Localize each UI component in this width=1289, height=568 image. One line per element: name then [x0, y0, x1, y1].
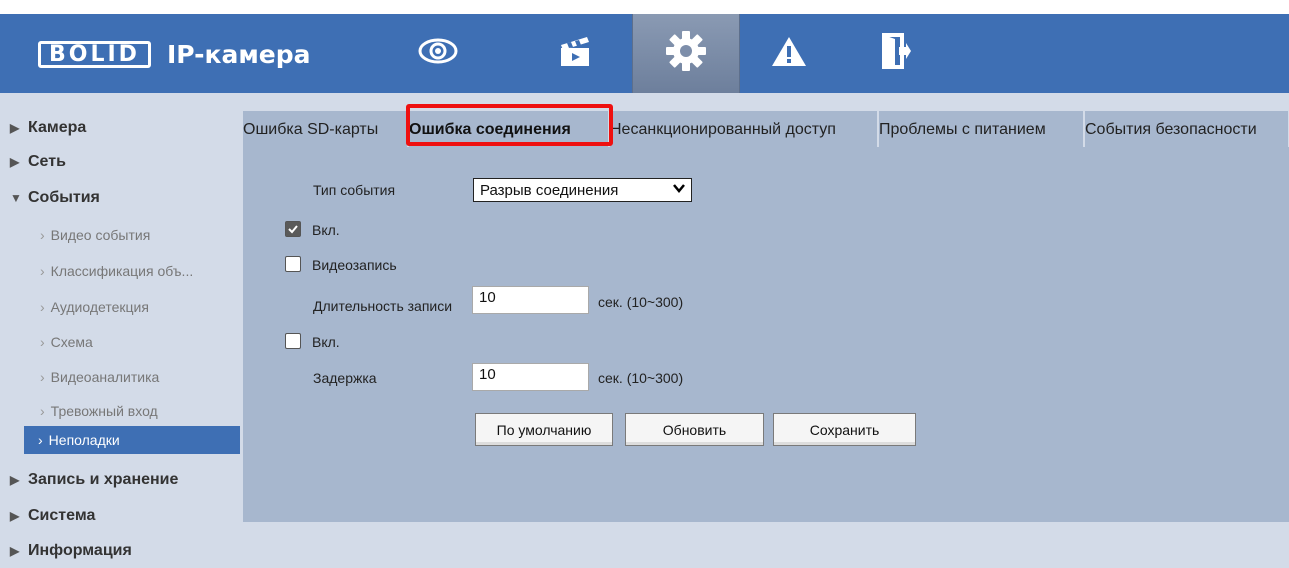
chevron-right-icon: ›	[40, 334, 45, 350]
tab-label: Ошибка SD-карты	[243, 120, 379, 138]
top-strip	[0, 0, 1289, 14]
settings-button[interactable]	[632, 14, 740, 93]
brand-logo: BOLID IP-камера	[38, 38, 311, 71]
sidebar-item-events[interactable]: ▼ События	[10, 188, 100, 208]
enable2-checkbox[interactable]	[285, 333, 301, 349]
record-duration-label: Длительность записи	[313, 298, 453, 314]
save-button[interactable]: Сохранить	[773, 413, 916, 446]
tab-label: Проблемы с питанием	[879, 120, 1046, 138]
sidebar-item-network[interactable]: ▶ Сеть	[10, 152, 66, 172]
sidebar-item-video-events[interactable]: › Видео события	[40, 225, 150, 245]
sidebar-item-label: Неполадки	[48, 432, 120, 448]
record-label: Видеозапись	[312, 257, 397, 273]
clapperboard-icon	[557, 34, 593, 73]
sidebar-item-label: Классификация объ...	[50, 263, 194, 279]
playback-button[interactable]	[548, 14, 602, 93]
sidebar-item-info[interactable]: ▶ Информация	[10, 541, 132, 561]
sidebar-item-system[interactable]: ▶ Система	[10, 506, 95, 526]
sidebar-item-label: События	[28, 189, 100, 206]
settings-panel	[243, 147, 1289, 522]
warning-icon	[771, 35, 807, 72]
brand-logo-word: BOLID	[38, 41, 151, 68]
default-button[interactable]: По умолчанию	[475, 413, 613, 446]
delay-input[interactable]: 10	[472, 363, 589, 391]
event-type-value: Разрыв соединения	[480, 181, 619, 199]
tab-bar: Ошибка SD-карты Ошибка соединения Несанк…	[243, 106, 1289, 150]
triangle-right-icon: ▶	[10, 121, 20, 135]
sidebar-item-label: Видео события	[50, 227, 151, 243]
triangle-right-icon: ▶	[10, 473, 20, 487]
delay-label: Задержка	[313, 370, 377, 386]
tab-highlight-frame	[406, 104, 613, 146]
chevron-right-icon: ›	[40, 299, 45, 315]
alarm-button[interactable]	[766, 14, 812, 93]
record-duration-unit: сек. (10~300)	[598, 294, 684, 310]
tab-label: События безопасности	[1085, 120, 1257, 138]
eye-icon	[418, 36, 458, 71]
chevron-right-icon: ›	[40, 263, 45, 279]
logout-button[interactable]	[876, 14, 916, 93]
app-title: IP-камера	[166, 40, 311, 69]
triangle-right-icon: ▶	[10, 544, 20, 558]
sidebar-item-label: Тревожный вход	[50, 403, 158, 419]
tab-unauthorized-access[interactable]: Несанкционированный доступ	[610, 111, 878, 148]
sidebar-item-label: Видеоаналитика	[50, 369, 160, 385]
gear-icon	[664, 29, 708, 78]
chevron-right-icon: ›	[40, 369, 45, 385]
chevron-right-icon: ›	[40, 227, 45, 243]
enable-checkbox[interactable]	[285, 221, 301, 237]
sidebar-item-object-classification[interactable]: › Классификация объ...	[40, 261, 193, 281]
record-checkbox[interactable]	[285, 256, 301, 272]
tab-power-problems[interactable]: Проблемы с питанием	[879, 111, 1084, 148]
triangle-right-icon: ▶	[10, 509, 20, 523]
sidebar-item-label: Сеть	[28, 153, 66, 170]
delay-unit: сек. (10~300)	[598, 370, 684, 386]
chevron-right-icon: ›	[40, 403, 45, 419]
live-view-button[interactable]	[406, 14, 470, 93]
sidebar-item-label: Камера	[28, 119, 87, 136]
event-type-label: Тип события	[313, 182, 396, 198]
sidebar-item-camera[interactable]: ▶ Камера	[10, 118, 86, 138]
sidebar-item-video-analytics[interactable]: › Видеоаналитика	[40, 367, 159, 387]
header-bar: BOLID IP-камера	[0, 14, 1289, 93]
enable2-label: Вкл.	[312, 334, 340, 350]
chevron-right-icon: ›	[38, 432, 43, 448]
chevron-down-icon	[673, 182, 685, 197]
tab-security-events[interactable]: События безопасности	[1085, 111, 1289, 148]
sidebar-item-label: Система	[28, 507, 96, 524]
refresh-button[interactable]: Обновить	[625, 413, 764, 446]
enable-label: Вкл.	[312, 222, 340, 238]
tab-label: Несанкционированный доступ	[610, 120, 836, 138]
sidebar-item-alarm-input[interactable]: › Тревожный вход	[40, 401, 158, 421]
sidebar-item-label: Запись и хранение	[28, 471, 179, 488]
sidebar-item-audio-detection[interactable]: › Аудиодетекция	[40, 297, 149, 317]
tab-sd-card-error[interactable]: Ошибка SD-карты	[243, 111, 408, 148]
sidebar-item-label: Информация	[28, 542, 132, 559]
triangle-down-icon: ▼	[10, 191, 22, 205]
logout-icon	[881, 32, 911, 75]
record-duration-input[interactable]: 10	[472, 286, 589, 314]
sidebar-item-label: Аудиодетекция	[50, 299, 149, 315]
triangle-right-icon: ▶	[10, 155, 20, 169]
sidebar-item-storage[interactable]: ▶ Запись и хранение	[10, 470, 178, 490]
sidebar-item-faults[interactable]: › Неполадки	[24, 426, 240, 454]
event-type-select[interactable]: Разрыв соединения	[473, 178, 692, 202]
sidebar-item-label: Схема	[50, 334, 93, 350]
sidebar-item-scheme[interactable]: › Схема	[40, 332, 93, 352]
